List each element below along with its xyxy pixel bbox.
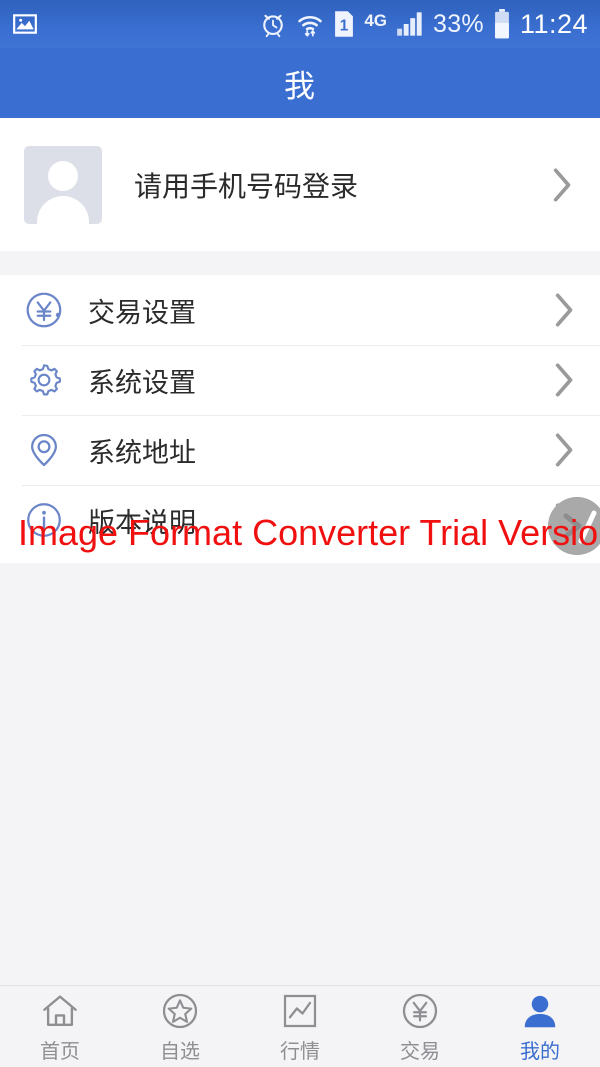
clock-label: 11:24 (519, 8, 588, 39)
menu-item-system-settings[interactable]: 系统设置 (0, 345, 600, 415)
settings-menu-list: 交易设置 系统设置 系统地址 版本说明 (0, 275, 600, 563)
menu-item-trade-settings[interactable]: 交易设置 (0, 275, 600, 345)
chevron-right-icon (552, 428, 578, 472)
status-bar: 1 4G 33% 11:24 (0, 0, 600, 48)
menu-item-version-notes[interactable]: 版本说明 (0, 485, 600, 555)
nav-item-label: 自选 (160, 1040, 200, 1063)
sim-card-icon: 1 (333, 10, 355, 38)
menu-item-label: 系统设置 (88, 367, 196, 398)
nav-item-market[interactable]: 行情 (240, 990, 360, 1064)
bottom-navigation-bar: 首页 自选 行情 交易 我的 (0, 985, 600, 1067)
signal-bars-icon (396, 11, 424, 37)
chevron-right-icon (552, 498, 578, 542)
app-root: 1 4G 33% 11:24 我 请用手机号码登录 交易设置 系统设置 系统地址… (0, 0, 600, 1067)
nav-item-label: 我的 (520, 1040, 560, 1063)
alarm-clock-icon (259, 10, 287, 38)
person-filled-icon (519, 990, 561, 1032)
chart-square-icon (279, 990, 321, 1032)
battery-icon (493, 9, 511, 39)
page-title: 我 (284, 68, 316, 104)
avatar-placeholder (24, 145, 102, 224)
status-bar-left (12, 11, 38, 37)
login-prompt-label: 请用手机号码登录 (134, 170, 359, 202)
yuan-circle-icon (399, 990, 441, 1032)
network-type-label: 4G (364, 10, 387, 30)
yuan-circle-icon (22, 288, 66, 332)
menu-item-label: 交易设置 (88, 297, 196, 328)
star-circle-icon (159, 990, 201, 1032)
info-circle-icon (22, 498, 66, 542)
nav-item-trade[interactable]: 交易 (360, 990, 480, 1064)
wifi-icon (296, 10, 324, 38)
status-bar-right: 1 4G 33% 11:24 (259, 9, 588, 40)
nav-item-home[interactable]: 首页 (0, 990, 120, 1064)
menu-item-label: 版本说明 (88, 507, 196, 538)
gallery-icon (12, 11, 38, 37)
menu-item-label: 系统地址 (88, 437, 196, 468)
nav-item-label: 首页 (40, 1040, 80, 1063)
battery-percent-label: 33% (433, 9, 484, 38)
nav-item-label: 交易 (400, 1040, 440, 1063)
nav-item-label: 行情 (280, 1040, 320, 1063)
nav-item-mine[interactable]: 我的 (480, 990, 600, 1064)
chevron-right-icon (552, 358, 578, 402)
chevron-right-icon (550, 163, 576, 207)
app-header: 我 (0, 48, 600, 118)
nav-item-watchlist[interactable]: 自选 (120, 990, 240, 1064)
section-gap (0, 251, 600, 275)
menu-item-system-address[interactable]: 系统地址 (0, 415, 600, 485)
chevron-right-icon (552, 288, 578, 332)
home-icon (39, 990, 81, 1032)
login-row[interactable]: 请用手机号码登录 (0, 118, 600, 251)
location-pin-icon (22, 428, 66, 472)
svg-text:1: 1 (340, 17, 349, 34)
gear-icon (22, 358, 66, 402)
